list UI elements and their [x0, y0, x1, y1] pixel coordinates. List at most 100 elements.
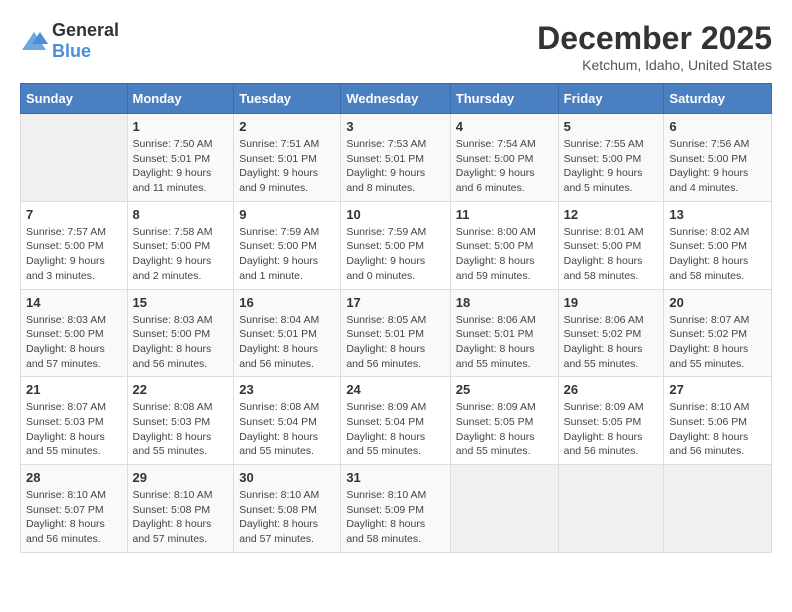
calendar-cell: 28 Sunrise: 8:10 AM Sunset: 5:07 PM Dayli…: [21, 465, 128, 553]
calendar-cell: 9 Sunrise: 7:59 AM Sunset: 5:00 PM Daylig…: [234, 201, 341, 289]
day-number: 12: [564, 207, 659, 222]
day-number: 21: [26, 382, 122, 397]
day-number: 11: [456, 207, 553, 222]
weekday-header-tuesday: Tuesday: [234, 84, 341, 114]
day-info: Sunrise: 8:10 AM Sunset: 5:08 PM Dayligh…: [133, 488, 229, 547]
day-info: Sunrise: 8:06 AM Sunset: 5:02 PM Dayligh…: [564, 313, 659, 372]
calendar-cell: 2 Sunrise: 7:51 AM Sunset: 5:01 PM Daylig…: [234, 114, 341, 202]
day-number: 10: [346, 207, 444, 222]
calendar-cell: 16Sunrise: 8:04 AM Sunset: 5:01 PM Dayli…: [234, 289, 341, 377]
calendar-cell: 29 Sunrise: 8:10 AM Sunset: 5:08 PM Dayli…: [127, 465, 234, 553]
day-number: 23: [239, 382, 335, 397]
day-number: 5: [564, 119, 659, 134]
header: General Blue December 2025 Ketchum, Idah…: [20, 20, 772, 73]
day-info: Sunrise: 8:10 AM Sunset: 5:08 PM Dayligh…: [239, 488, 335, 547]
day-number: 24: [346, 382, 444, 397]
calendar-cell: 14Sunrise: 8:03 AM Sunset: 5:00 PM Dayli…: [21, 289, 128, 377]
day-info: Sunrise: 7:55 AM Sunset: 5:00 PM Dayligh…: [564, 137, 659, 196]
day-info: Sunrise: 8:07 AM Sunset: 5:03 PM Dayligh…: [26, 400, 122, 459]
day-number: 14: [26, 295, 122, 310]
day-number: 7: [26, 207, 122, 222]
day-number: 9: [239, 207, 335, 222]
calendar-cell: 1 Sunrise: 7:50 AM Sunset: 5:01 PM Daylig…: [127, 114, 234, 202]
day-info: Sunrise: 8:01 AM Sunset: 5:00 PM Dayligh…: [564, 225, 659, 284]
day-number: 28: [26, 470, 122, 485]
day-info: Sunrise: 7:50 AM Sunset: 5:01 PM Dayligh…: [133, 137, 229, 196]
calendar-cell: [664, 465, 772, 553]
day-info: Sunrise: 8:07 AM Sunset: 5:02 PM Dayligh…: [669, 313, 766, 372]
day-number: 8: [133, 207, 229, 222]
main-title: December 2025: [537, 20, 772, 57]
day-number: 27: [669, 382, 766, 397]
day-number: 13: [669, 207, 766, 222]
weekday-header-wednesday: Wednesday: [341, 84, 450, 114]
subtitle: Ketchum, Idaho, United States: [537, 57, 772, 73]
calendar-cell: 7 Sunrise: 7:57 AM Sunset: 5:00 PM Daylig…: [21, 201, 128, 289]
day-info: Sunrise: 7:59 AM Sunset: 5:00 PM Dayligh…: [239, 225, 335, 284]
calendar-cell: 19 Sunrise: 8:06 AM Sunset: 5:02 PM Dayli…: [558, 289, 664, 377]
calendar-cell: 18 Sunrise: 8:06 AM Sunset: 5:01 PM Dayli…: [450, 289, 558, 377]
logo-general: General: [52, 20, 119, 40]
title-area: December 2025 Ketchum, Idaho, United Sta…: [537, 20, 772, 73]
calendar-week-1: 1 Sunrise: 7:50 AM Sunset: 5:01 PM Daylig…: [21, 114, 772, 202]
calendar-cell: 22Sunrise: 8:08 AM Sunset: 5:03 PM Dayli…: [127, 377, 234, 465]
weekday-header-sunday: Sunday: [21, 84, 128, 114]
calendar-cell: 21 Sunrise: 8:07 AM Sunset: 5:03 PM Dayli…: [21, 377, 128, 465]
calendar-cell: 31Sunrise: 8:10 AM Sunset: 5:09 PM Dayli…: [341, 465, 450, 553]
weekday-header-monday: Monday: [127, 84, 234, 114]
calendar-cell: [21, 114, 128, 202]
calendar-week-4: 21 Sunrise: 8:07 AM Sunset: 5:03 PM Dayli…: [21, 377, 772, 465]
calendar-cell: 24 Sunrise: 8:09 AM Sunset: 5:04 PM Dayli…: [341, 377, 450, 465]
calendar-cell: 30Sunrise: 8:10 AM Sunset: 5:08 PM Dayli…: [234, 465, 341, 553]
calendar-cell: [558, 465, 664, 553]
day-number: 17: [346, 295, 444, 310]
calendar-cell: 12 Sunrise: 8:01 AM Sunset: 5:00 PM Dayli…: [558, 201, 664, 289]
day-info: Sunrise: 7:57 AM Sunset: 5:00 PM Dayligh…: [26, 225, 122, 284]
weekday-header-saturday: Saturday: [664, 84, 772, 114]
day-info: Sunrise: 7:51 AM Sunset: 5:01 PM Dayligh…: [239, 137, 335, 196]
weekday-header-row: SundayMondayTuesdayWednesdayThursdayFrid…: [21, 84, 772, 114]
day-info: Sunrise: 8:03 AM Sunset: 5:00 PM Dayligh…: [133, 313, 229, 372]
day-info: Sunrise: 7:54 AM Sunset: 5:00 PM Dayligh…: [456, 137, 553, 196]
day-number: 3: [346, 119, 444, 134]
calendar-cell: 20Sunrise: 8:07 AM Sunset: 5:02 PM Dayli…: [664, 289, 772, 377]
day-info: Sunrise: 8:09 AM Sunset: 5:05 PM Dayligh…: [456, 400, 553, 459]
day-info: Sunrise: 8:10 AM Sunset: 5:07 PM Dayligh…: [26, 488, 122, 547]
day-number: 4: [456, 119, 553, 134]
calendar-cell: 11 Sunrise: 8:00 AM Sunset: 5:00 PM Dayli…: [450, 201, 558, 289]
calendar-cell: 23 Sunrise: 8:08 AM Sunset: 5:04 PM Dayli…: [234, 377, 341, 465]
day-info: Sunrise: 8:08 AM Sunset: 5:04 PM Dayligh…: [239, 400, 335, 459]
logo-icon: [20, 30, 48, 52]
day-number: 6: [669, 119, 766, 134]
day-number: 18: [456, 295, 553, 310]
calendar-cell: 17 Sunrise: 8:05 AM Sunset: 5:01 PM Dayli…: [341, 289, 450, 377]
calendar-cell: 27Sunrise: 8:10 AM Sunset: 5:06 PM Dayli…: [664, 377, 772, 465]
day-number: 2: [239, 119, 335, 134]
day-number: 1: [133, 119, 229, 134]
weekday-header-friday: Friday: [558, 84, 664, 114]
day-info: Sunrise: 8:02 AM Sunset: 5:00 PM Dayligh…: [669, 225, 766, 284]
day-info: Sunrise: 8:09 AM Sunset: 5:04 PM Dayligh…: [346, 400, 444, 459]
calendar-cell: 5 Sunrise: 7:55 AM Sunset: 5:00 PM Daylig…: [558, 114, 664, 202]
day-info: Sunrise: 7:56 AM Sunset: 5:00 PM Dayligh…: [669, 137, 766, 196]
day-info: Sunrise: 8:00 AM Sunset: 5:00 PM Dayligh…: [456, 225, 553, 284]
calendar-cell: [450, 465, 558, 553]
calendar-cell: 26 Sunrise: 8:09 AM Sunset: 5:05 PM Dayli…: [558, 377, 664, 465]
day-number: 19: [564, 295, 659, 310]
calendar-week-5: 28 Sunrise: 8:10 AM Sunset: 5:07 PM Dayli…: [21, 465, 772, 553]
logo-text: General Blue: [52, 20, 119, 62]
calendar-cell: 10 Sunrise: 7:59 AM Sunset: 5:00 PM Dayli…: [341, 201, 450, 289]
day-info: Sunrise: 8:09 AM Sunset: 5:05 PM Dayligh…: [564, 400, 659, 459]
day-number: 26: [564, 382, 659, 397]
day-number: 29: [133, 470, 229, 485]
day-number: 25: [456, 382, 553, 397]
logo-blue: Blue: [52, 41, 91, 61]
weekday-header-thursday: Thursday: [450, 84, 558, 114]
day-info: Sunrise: 8:10 AM Sunset: 5:09 PM Dayligh…: [346, 488, 444, 547]
day-info: Sunrise: 8:05 AM Sunset: 5:01 PM Dayligh…: [346, 313, 444, 372]
day-info: Sunrise: 7:59 AM Sunset: 5:00 PM Dayligh…: [346, 225, 444, 284]
day-info: Sunrise: 8:06 AM Sunset: 5:01 PM Dayligh…: [456, 313, 553, 372]
day-info: Sunrise: 8:04 AM Sunset: 5:01 PM Dayligh…: [239, 313, 335, 372]
logo: General Blue: [20, 20, 119, 62]
calendar-cell: 25 Sunrise: 8:09 AM Sunset: 5:05 PM Dayli…: [450, 377, 558, 465]
